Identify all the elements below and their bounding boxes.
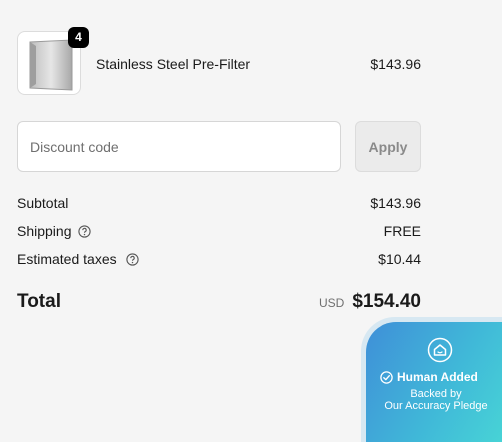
taxes-label-group: Estimated taxes bbox=[17, 251, 139, 267]
help-circle-icon[interactable] bbox=[125, 252, 139, 266]
discount-code-input[interactable] bbox=[17, 121, 341, 172]
steel-filter-image bbox=[29, 39, 73, 91]
subtotal-row: Subtotal $143.96 bbox=[17, 195, 421, 215]
trust-title: Human Added bbox=[397, 370, 478, 384]
subtotal-label: Subtotal bbox=[17, 195, 69, 211]
item-price: $143.96 bbox=[370, 56, 421, 72]
shipping-row: Shipping FREE bbox=[17, 223, 421, 243]
total-row: Total USD $154.40 bbox=[17, 291, 421, 315]
trust-badge-panel: Human Added Backed by Our Accuracy Pledg… bbox=[366, 322, 502, 442]
shipping-value: FREE bbox=[383, 223, 421, 239]
cart-line-item: 4 Stainless Steel Pre-Filter $143.96 bbox=[17, 27, 421, 97]
total-value-group: USD $154.40 bbox=[319, 291, 421, 313]
shipping-label: Shipping bbox=[17, 223, 72, 239]
total-label: Total bbox=[17, 291, 61, 312]
help-circle-icon[interactable] bbox=[77, 224, 91, 238]
trust-line-2: Our Accuracy Pledge bbox=[384, 400, 488, 412]
home-shield-icon bbox=[427, 337, 453, 363]
item-name: Stainless Steel Pre-Filter bbox=[96, 56, 251, 72]
trust-title-row: Human Added bbox=[380, 370, 478, 384]
shipping-label-group: Shipping bbox=[17, 223, 91, 239]
discount-row: Apply bbox=[17, 121, 421, 172]
trust-badge[interactable]: Human Added Backed by Our Accuracy Pledg… bbox=[361, 317, 502, 442]
subtotal-value: $143.96 bbox=[370, 195, 421, 211]
quantity-badge: 4 bbox=[68, 27, 89, 48]
product-thumbnail: 4 bbox=[17, 27, 89, 95]
trust-line-1: Backed by bbox=[410, 388, 462, 400]
taxes-label: Estimated taxes bbox=[17, 251, 117, 267]
apply-discount-button[interactable]: Apply bbox=[355, 121, 421, 172]
taxes-row: Estimated taxes $10.44 bbox=[17, 251, 421, 271]
currency-code: USD bbox=[318, 296, 345, 310]
total-amount: $154.40 bbox=[352, 291, 421, 312]
check-circle-icon bbox=[380, 370, 393, 384]
taxes-value: $10.44 bbox=[378, 251, 421, 267]
